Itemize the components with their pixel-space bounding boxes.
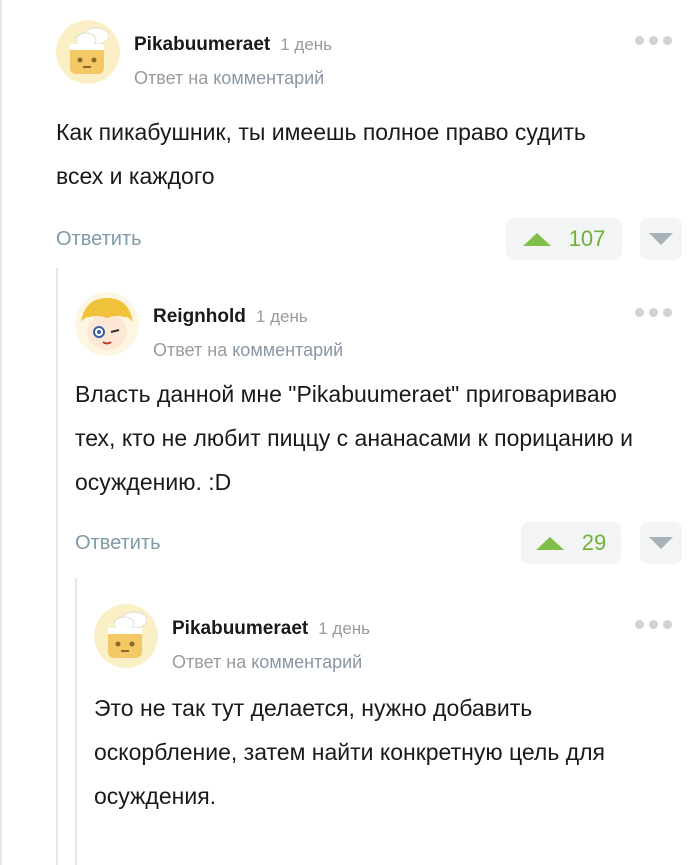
- comment-actions: Ответить 107: [56, 218, 700, 264]
- timestamp: 1 день: [255, 307, 308, 326]
- username[interactable]: Pikabuumeraet 1 день: [134, 34, 332, 56]
- reply-prefix: Ответ на: [153, 340, 228, 360]
- vote-box: 107: [506, 218, 622, 260]
- timestamp: 1 день: [280, 35, 333, 54]
- more-options-icon[interactable]: [635, 36, 672, 45]
- reply-button[interactable]: Ответить: [75, 532, 161, 555]
- upvote-icon[interactable]: [535, 536, 564, 550]
- comment-text: Власть данной мне "Pikabuumeraet" пригов…: [75, 381, 634, 495]
- comment-text: Как пикабушник, ты имеешь полное право с…: [56, 119, 586, 189]
- thread-line-3[interactable]: [75, 578, 77, 865]
- thread-line-1[interactable]: [0, 0, 2, 865]
- reply-button[interactable]: Ответить: [56, 228, 142, 251]
- upvote-icon[interactable]: [522, 232, 551, 246]
- thread-line-2[interactable]: [56, 268, 58, 865]
- comment-3: Pikabuumeraet 1 день Ответ на комментарий…: [94, 604, 700, 818]
- comment-1: Pikabuumeraet 1 день Ответ на комментарий…: [56, 20, 700, 264]
- rating-count: 29: [581, 530, 607, 555]
- username-text[interactable]: Reignhold: [153, 306, 246, 327]
- downvote-icon: [649, 233, 673, 245]
- comment-2: Reignhold 1 день Ответ на комментарий Вла…: [75, 292, 700, 568]
- reply-to-line: Ответ на комментарий: [172, 652, 362, 673]
- reply-to-link[interactable]: комментарий: [251, 652, 362, 672]
- reply-prefix: Ответ на: [172, 652, 247, 672]
- more-options-icon[interactable]: [635, 620, 672, 629]
- comment-text: Это не так тут делается, нужно добавить …: [94, 695, 605, 809]
- username-text[interactable]: Pikabuumeraet: [172, 618, 308, 639]
- comment-actions: Ответить 29: [75, 522, 700, 568]
- pikabu-chef-avatar-icon[interactable]: [94, 604, 158, 668]
- comment-header: Pikabuumeraet 1 день Ответ на комментарий: [56, 20, 700, 90]
- vote-box: 29: [521, 522, 621, 564]
- more-options-icon[interactable]: [635, 308, 672, 317]
- username[interactable]: Reignhold 1 день: [153, 306, 308, 328]
- username-text[interactable]: Pikabuumeraet: [134, 34, 270, 55]
- reply-to-line: Ответ на комментарий: [153, 340, 343, 361]
- reply-to-line: Ответ на комментарий: [134, 68, 324, 89]
- reply-to-link[interactable]: комментарий: [213, 68, 324, 88]
- timestamp: 1 день: [318, 619, 371, 638]
- anime-girl-avatar-icon[interactable]: [75, 292, 139, 356]
- comment-thread: Pikabuumeraet 1 день Ответ на комментарий…: [0, 0, 700, 865]
- rating-count: 107: [568, 226, 606, 251]
- comment-header: Reignhold 1 день Ответ на комментарий: [75, 292, 700, 362]
- downvote-button[interactable]: [640, 522, 682, 564]
- reply-to-link[interactable]: комментарий: [232, 340, 343, 360]
- downvote-button[interactable]: [640, 218, 682, 260]
- downvote-icon: [649, 537, 673, 549]
- pikabu-chef-avatar-icon[interactable]: [56, 20, 120, 84]
- reply-prefix: Ответ на: [134, 68, 209, 88]
- username[interactable]: Pikabuumeraet 1 день: [172, 618, 370, 640]
- comment-header: Pikabuumeraet 1 день Ответ на комментарий: [94, 604, 700, 674]
